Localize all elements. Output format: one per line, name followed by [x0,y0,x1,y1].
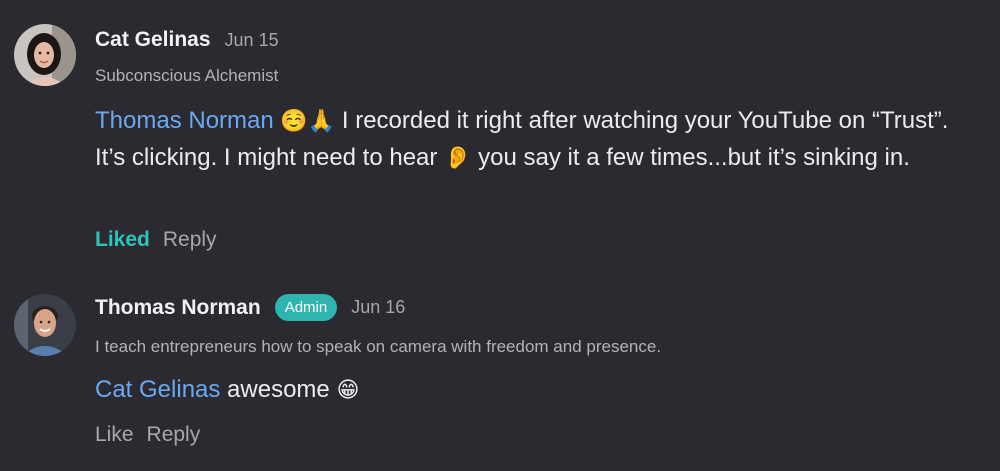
comment-header: Thomas Norman Admin Jun 16 [95,294,405,321]
mention-link[interactable]: Thomas Norman [95,107,274,134]
avatar-photo-icon [14,24,76,86]
comment-date[interactable]: Jun 15 [225,30,279,51]
comment-header: Cat Gelinas Jun 15 [95,28,279,52]
author-bio: I teach entrepreneurs how to speak on ca… [95,337,662,356]
author-name[interactable]: Thomas Norman [95,296,261,320]
like-button[interactable]: Liked [95,228,150,252]
reply-button[interactable]: Reply [163,228,217,252]
comment-date[interactable]: Jun 16 [351,297,405,318]
author-bio: Subconscious Alchemist [95,66,279,85]
author-name[interactable]: Cat Gelinas [95,28,211,52]
avatar[interactable] [14,294,76,356]
ear-emoji-icon: 👂 [444,145,472,170]
comment-body: Thomas Norman ☺️🙏 I recorded it right af… [95,102,985,176]
comment-body: Cat Gelinas awesome 😁 [95,371,985,408]
grin-emoji-icon: 😁 [336,377,360,402]
avatar-photo-icon [14,294,76,356]
comment-actions: Like Reply [95,423,200,447]
comment-actions: Liked Reply [95,228,217,252]
like-button[interactable]: Like [95,423,134,447]
smile-pray-emoji-icon: ☺️🙏 [280,108,336,133]
mention-link[interactable]: Cat Gelinas [95,376,220,403]
reply-button[interactable]: Reply [147,423,201,447]
admin-badge: Admin [274,294,338,321]
avatar[interactable] [14,24,76,86]
comment-text: you say it a few times...but it’s sinkin… [471,144,910,171]
comment-text: awesome [220,376,337,403]
